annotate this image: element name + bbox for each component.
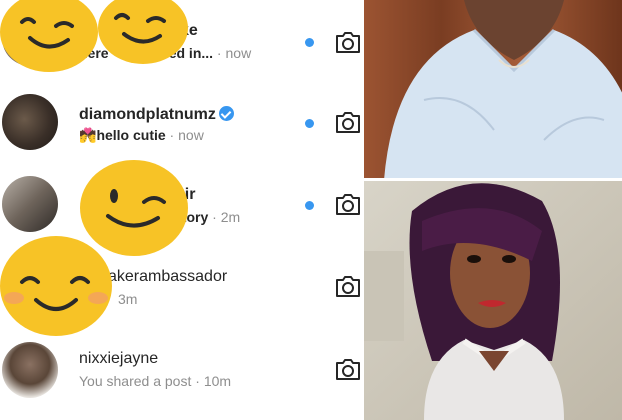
smiling-emoji-sticker [0,236,112,336]
avatar [2,176,58,232]
man-portrait-photo [364,0,622,180]
camera-icon[interactable] [334,109,362,135]
thread-row[interactable]: nixxiejayne You shared a post · 10m [0,330,364,408]
unread-dot-icon [305,38,314,47]
direct-messages-list: ke here based in... · now diamondplatnumz… [0,0,364,420]
thread-username: nixxiejayne [79,350,159,367]
thread-username: akerambassador [108,268,228,285]
camera-icon[interactable] [334,191,362,217]
camera-icon[interactable] [334,273,362,299]
thread-username: diamondplatnumz [79,104,234,124]
verified-badge-icon [218,106,234,121]
winking-emoji-sticker [0,0,98,72]
thread-preview: 💏hello cutie · now [79,127,204,143]
thread-row[interactable]: diamondplatnumz 💏hello cutie · now [0,84,364,162]
kiss-emoji-icon: 💏 [79,127,97,143]
unread-dot-icon [305,119,314,128]
avatar [2,94,58,150]
avatar [2,342,58,398]
camera-icon[interactable] [334,29,362,55]
thread-preview: You shared a post · 10m [79,373,232,389]
camera-icon[interactable] [334,356,362,382]
woman-selfie-photo [364,181,622,420]
winking-emoji-sticker [98,0,188,64]
thread-preview: 3m [118,291,138,307]
unread-dot-icon [305,201,314,210]
